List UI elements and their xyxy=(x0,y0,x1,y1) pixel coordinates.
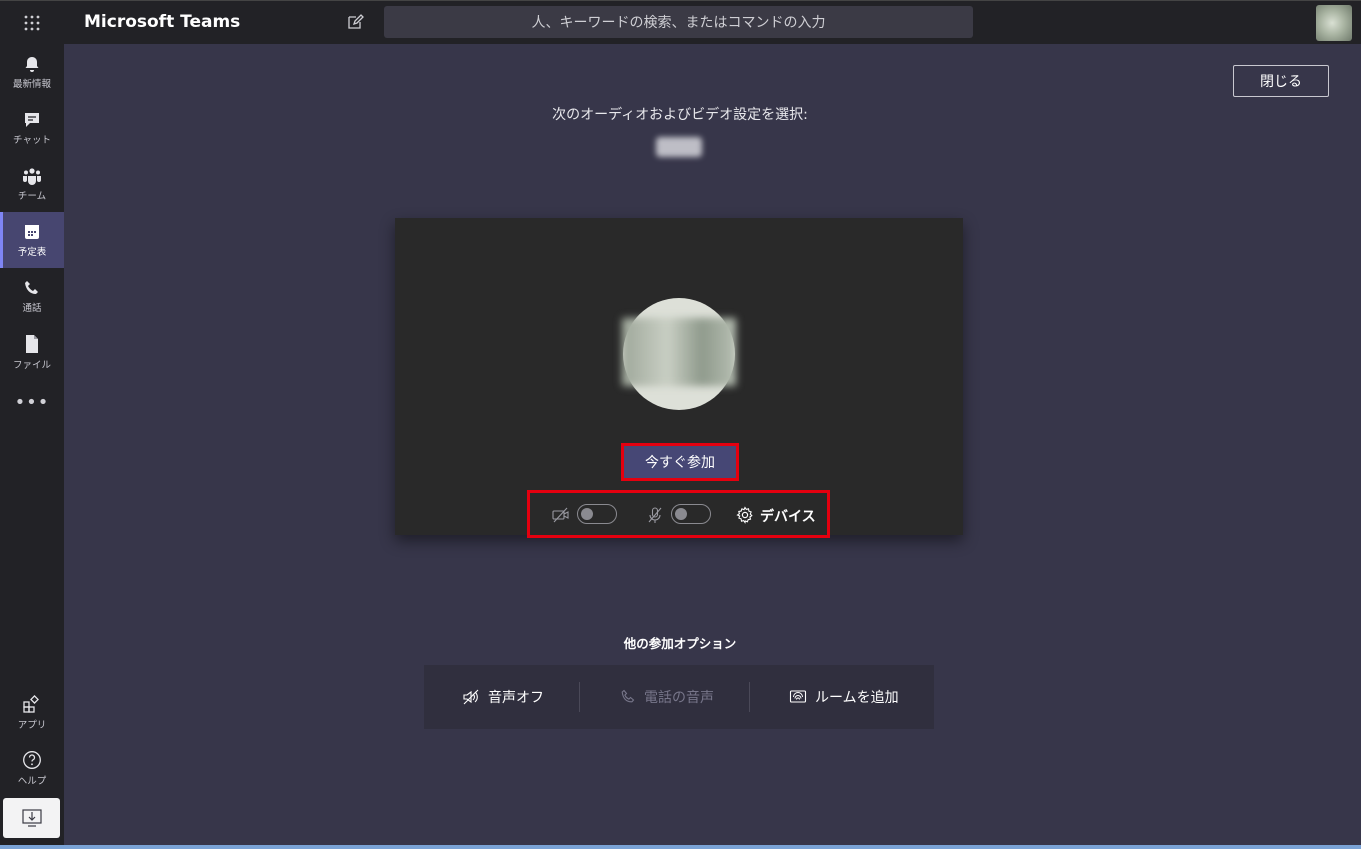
rail-item-apps[interactable]: アプリ xyxy=(0,684,64,740)
camera-off-icon xyxy=(552,507,569,523)
join-now-label: 今すぐ参加 xyxy=(645,455,715,471)
devices-button[interactable]: デバイス xyxy=(760,506,816,526)
app-title: Microsoft Teams xyxy=(84,12,241,32)
speaker-off-icon xyxy=(463,689,479,705)
join-now-button[interactable]: 今すぐ参加 xyxy=(621,443,739,481)
meeting-name-redacted xyxy=(656,137,702,157)
mic-toggle[interactable] xyxy=(671,504,711,524)
rail-item-chat[interactable]: チャット xyxy=(0,100,64,156)
rail-item-teams[interactable]: チーム xyxy=(0,156,64,212)
phone-audio-label: 電話の音声 xyxy=(644,690,714,706)
bell-icon xyxy=(25,56,39,72)
rail-item-label: チーム xyxy=(17,190,47,202)
compose-icon[interactable] xyxy=(346,13,366,33)
rail-item-label: 通話 xyxy=(22,302,42,314)
apps-icon xyxy=(23,694,39,713)
settings-prompt: 次のオーディオおよびビデオ設定を選択: xyxy=(552,107,808,123)
divider xyxy=(749,682,750,712)
app-launcher-icon[interactable] xyxy=(0,1,64,45)
left-rail: 最新情報 チャット チーム 予定表 通話 ファイル ••• アプリ ヘルプ xyxy=(0,44,64,849)
teams-icon xyxy=(23,167,41,185)
other-options-panel: 音声オフ 電話の音声 ルームを追加 xyxy=(424,665,934,729)
file-icon xyxy=(26,334,38,353)
user-avatar[interactable] xyxy=(1316,5,1352,41)
phone-audio-option[interactable]: 電話の音声 xyxy=(620,665,714,729)
rail-item-label: ファイル xyxy=(12,359,51,371)
rail-item-help[interactable]: ヘルプ xyxy=(0,740,64,796)
phone-icon xyxy=(25,280,38,294)
close-button[interactable]: 閉じる xyxy=(1233,65,1329,97)
phone-icon xyxy=(621,689,635,703)
mic-off-icon xyxy=(648,507,662,523)
add-room-option[interactable]: ルームを追加 xyxy=(789,665,899,729)
divider xyxy=(579,682,580,712)
rail-item-calendar[interactable]: 予定表 xyxy=(0,212,64,268)
video-preview xyxy=(395,218,963,535)
rail-item-activity[interactable]: 最新情報 xyxy=(0,44,64,100)
cast-room-icon xyxy=(789,690,807,703)
audio-off-option[interactable]: 音声オフ xyxy=(462,665,544,729)
rail-item-label: 予定表 xyxy=(17,246,47,258)
rail-item-files[interactable]: ファイル xyxy=(0,324,64,380)
top-bar: Microsoft Teams 人、キーワードの検索、またはコマンドの入力 xyxy=(0,0,1361,44)
window-bottom-edge xyxy=(0,845,1361,849)
gear-icon[interactable] xyxy=(736,506,754,524)
search-input[interactable]: 人、キーワードの検索、またはコマンドの入力 xyxy=(384,6,973,38)
download-app-button[interactable] xyxy=(3,798,60,838)
rail-item-calls[interactable]: 通話 xyxy=(0,268,64,324)
help-icon xyxy=(23,750,41,769)
more-apps-icon[interactable]: ••• xyxy=(0,394,64,420)
camera-toggle[interactable] xyxy=(577,504,617,524)
rail-item-label: ヘルプ xyxy=(17,775,47,787)
rail-item-label: アプリ xyxy=(17,719,47,731)
rail-item-label: 最新情報 xyxy=(12,78,51,90)
calendar-icon xyxy=(25,224,39,239)
add-room-label: ルームを追加 xyxy=(815,690,899,706)
preview-avatar-image xyxy=(622,318,736,386)
other-options-title: 他の参加オプション xyxy=(623,636,737,651)
rail-item-label: チャット xyxy=(13,134,51,146)
download-icon xyxy=(21,809,42,827)
chat-icon xyxy=(25,112,39,127)
audio-off-label: 音声オフ xyxy=(488,690,544,706)
